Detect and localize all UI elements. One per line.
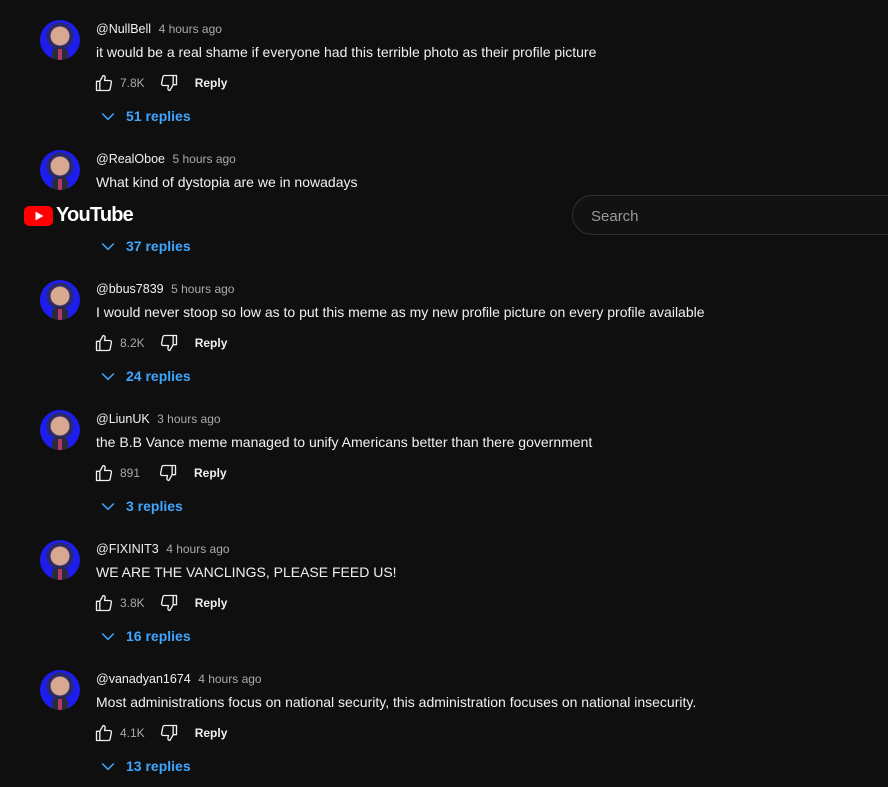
avatar[interactable] <box>40 280 80 320</box>
replies-count: 16 replies <box>126 628 191 644</box>
comment-text: it would be a real shame if everyone had… <box>96 44 597 60</box>
reply-button[interactable]: Reply <box>195 596 228 610</box>
comment-header: @vanadyan1674 4 hours ago <box>96 672 262 686</box>
comment-text: WE ARE THE VANCLINGS, PLEASE FEED US! <box>96 564 397 580</box>
thumbs-down-icon <box>158 463 178 483</box>
thumbs-down-icon <box>159 723 179 743</box>
like-button[interactable] <box>94 463 114 483</box>
thumbs-down-icon <box>159 73 179 93</box>
replies-count: 13 replies <box>126 758 191 774</box>
reply-button[interactable]: Reply <box>195 76 228 90</box>
like-button[interactable] <box>94 593 114 613</box>
comment-text: I would never stoop so low as to put thi… <box>96 304 705 320</box>
replies-count: 3 replies <box>126 498 183 514</box>
comment-header: @RealOboe 5 hours ago <box>96 152 236 166</box>
dislike-button[interactable] <box>159 73 179 93</box>
reply-button[interactable]: Reply <box>195 726 228 740</box>
view-replies-button[interactable]: 3 replies <box>98 496 183 516</box>
like-count: 3.8K <box>120 596 145 610</box>
search-box <box>572 195 888 235</box>
comment-time[interactable]: 3 hours ago <box>157 412 220 426</box>
comment-header: @bbus7839 5 hours ago <box>96 282 234 296</box>
comment-author[interactable]: @NullBell <box>96 22 151 36</box>
thumbs-down-icon <box>159 333 179 353</box>
comment-text: the B.B Vance meme managed to unify Amer… <box>96 434 593 450</box>
thumbs-up-icon <box>94 73 114 93</box>
replies-count: 24 replies <box>126 368 191 384</box>
comment-author[interactable]: @RealOboe <box>96 152 165 166</box>
comment-time[interactable]: 5 hours ago <box>171 282 234 296</box>
comment-actions: 3.8K Reply <box>94 592 227 614</box>
comment: @vanadyan1674 4 hours ago Most administr… <box>0 650 888 780</box>
comment-time[interactable]: 4 hours ago <box>198 672 261 686</box>
avatar[interactable] <box>40 150 80 190</box>
comment-actions: 891 Reply <box>94 462 227 484</box>
view-replies-button[interactable]: 13 replies <box>98 756 191 776</box>
comment-author[interactable]: @LiunUK <box>96 412 150 426</box>
dislike-button[interactable] <box>159 333 179 353</box>
thumbs-up-icon <box>94 333 114 353</box>
comment: @LiunUK 3 hours ago the B.B Vance meme m… <box>0 390 888 520</box>
thumbs-up-icon <box>94 723 114 743</box>
like-button[interactable] <box>94 723 114 743</box>
like-count: 4.1K <box>120 726 145 740</box>
chevron-down-icon <box>98 756 118 776</box>
comment: @bbus7839 5 hours ago I would never stoo… <box>0 260 888 390</box>
view-replies-button[interactable]: 24 replies <box>98 366 191 386</box>
like-count: 8.2K <box>120 336 145 350</box>
view-replies-button[interactable]: 16 replies <box>98 626 191 646</box>
dislike-button[interactable] <box>159 593 179 613</box>
chevron-down-icon <box>98 106 118 126</box>
avatar[interactable] <box>40 20 80 60</box>
avatar[interactable] <box>40 540 80 580</box>
comment-text: What kind of dystopia are we in nowadays <box>96 174 358 190</box>
youtube-play-icon <box>24 205 53 226</box>
thumbs-up-icon <box>94 463 114 483</box>
reply-button[interactable]: Reply <box>195 336 228 350</box>
comment-author[interactable]: @FIXINIT3 <box>96 542 159 556</box>
comment-time[interactable]: 5 hours ago <box>172 152 235 166</box>
comment-actions: 7.8K Reply <box>94 72 227 94</box>
comment: @FIXINIT3 4 hours ago WE ARE THE VANCLIN… <box>0 520 888 650</box>
thumbs-up-icon <box>94 593 114 613</box>
replies-count: 37 replies <box>126 238 191 254</box>
search-input[interactable] <box>589 204 883 228</box>
avatar[interactable] <box>40 410 80 450</box>
comment: @NullBell 4 hours ago it would be a real… <box>0 0 888 130</box>
replies-count: 51 replies <box>126 108 191 124</box>
view-replies-button[interactable]: 51 replies <box>98 106 191 126</box>
comment-author[interactable]: @vanadyan1674 <box>96 672 191 686</box>
avatar[interactable] <box>40 670 80 710</box>
comment-header: @NullBell 4 hours ago <box>96 22 222 36</box>
comment-actions: 8.2K Reply <box>94 332 227 354</box>
reply-button[interactable]: Reply <box>194 466 227 480</box>
youtube-logo[interactable]: YouTube <box>24 204 134 227</box>
comment-text: Most administrations focus on national s… <box>96 694 697 710</box>
chevron-down-icon <box>98 496 118 516</box>
dislike-button[interactable] <box>159 723 179 743</box>
comment-header: @FIXINIT3 4 hours ago <box>96 542 230 556</box>
like-button[interactable] <box>94 333 114 353</box>
comment-time[interactable]: 4 hours ago <box>166 542 229 556</box>
comment-header: @LiunUK 3 hours ago <box>96 412 221 426</box>
comment-time[interactable]: 4 hours ago <box>159 22 222 36</box>
comment-author[interactable]: @bbus7839 <box>96 282 164 296</box>
logo-wordmark: YouTube <box>56 204 134 226</box>
like-button[interactable] <box>94 73 114 93</box>
top-bar: YouTube <box>0 190 888 240</box>
like-count: 891 <box>120 466 141 480</box>
chevron-down-icon <box>98 366 118 386</box>
chevron-down-icon <box>98 626 118 646</box>
like-count: 7.8K <box>120 76 145 90</box>
dislike-button[interactable] <box>158 463 178 483</box>
comment-actions: 4.1K Reply <box>94 722 227 744</box>
thumbs-down-icon <box>159 593 179 613</box>
